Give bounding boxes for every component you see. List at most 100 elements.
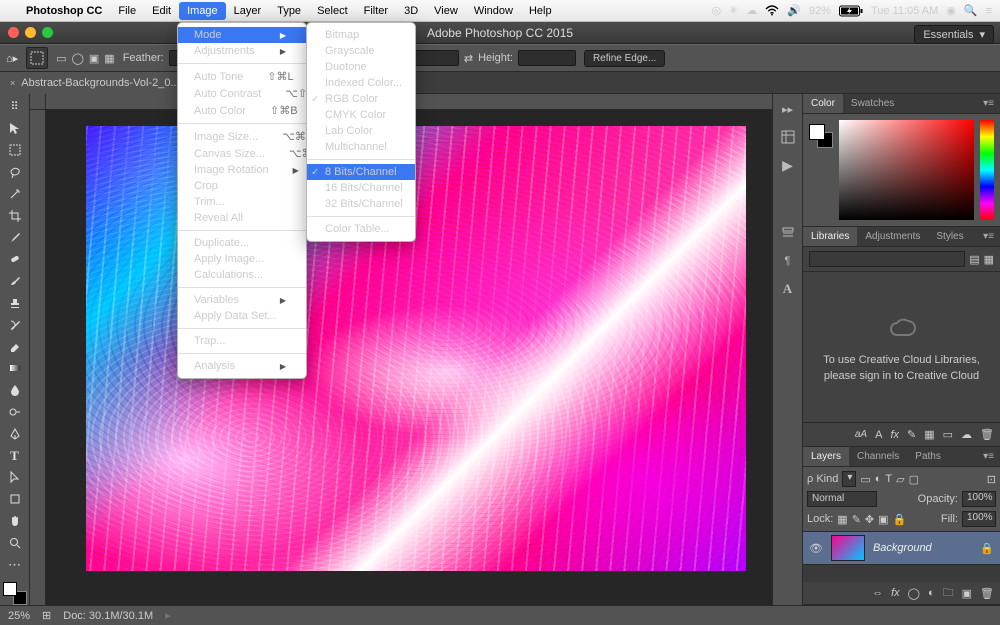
- menu-3d[interactable]: 3D: [396, 2, 426, 20]
- kind-filter[interactable]: ▾: [842, 471, 856, 487]
- menu-item-trim-[interactable]: Trim...: [178, 194, 306, 210]
- clock[interactable]: Tue 11:05 AM: [871, 5, 938, 17]
- menu-item-adjustments[interactable]: Adjustments▶: [178, 43, 306, 59]
- color-picker-field[interactable]: [839, 120, 974, 220]
- menu-item-calculations-[interactable]: Calculations...: [178, 267, 306, 283]
- menu-window[interactable]: Window: [466, 2, 521, 20]
- menu-type[interactable]: Type: [269, 2, 309, 20]
- brush-lib-icon[interactable]: ✎: [907, 428, 916, 441]
- lock-all-icon[interactable]: 🔒: [893, 513, 907, 526]
- stamp-tool[interactable]: [3, 292, 27, 313]
- menu-layer[interactable]: Layer: [226, 2, 270, 20]
- menu-item-auto-color[interactable]: Auto Color⇧⌘B: [178, 102, 306, 119]
- pen-tool[interactable]: [3, 423, 27, 444]
- close-tab-icon[interactable]: ×: [10, 78, 15, 88]
- zoom-window[interactable]: [42, 27, 53, 38]
- mode-item-16-bits-channel[interactable]: 16 Bits/Channel: [307, 180, 415, 196]
- menu-item-canvas-size-[interactable]: Canvas Size...⌥⌘C: [178, 145, 306, 162]
- tab-color[interactable]: Color: [803, 94, 843, 113]
- refine-edge-button[interactable]: Refine Edge...: [584, 50, 665, 67]
- lock-artboard-icon[interactable]: ▣: [878, 513, 888, 526]
- lock-trans-icon[interactable]: ▦: [837, 513, 847, 526]
- shape-tool[interactable]: [3, 489, 27, 510]
- marquee-tool[interactable]: [3, 140, 27, 161]
- mode-item-cmyk-color[interactable]: CMYK Color: [307, 107, 415, 123]
- edit-toolbar[interactable]: ⋯: [3, 554, 27, 575]
- mode-item-32-bits-channel[interactable]: 32 Bits/Channel: [307, 196, 415, 212]
- new-layer-icon[interactable]: ▣: [962, 587, 972, 600]
- app-name[interactable]: Photoshop CC: [18, 2, 110, 20]
- path-select-tool[interactable]: [3, 467, 27, 488]
- expose-icon[interactable]: ⊞: [42, 609, 51, 622]
- properties-icon[interactable]: [779, 224, 797, 242]
- library-select[interactable]: [809, 251, 965, 267]
- mode-item-rgb-color[interactable]: ✓RGB Color: [307, 91, 415, 107]
- wifi-icon[interactable]: [765, 5, 779, 16]
- tab-adjustments[interactable]: Adjustments: [857, 227, 928, 246]
- marquee-int-icon[interactable]: ▦: [104, 52, 114, 65]
- eyedropper-tool[interactable]: [3, 227, 27, 248]
- menu-item-mode[interactable]: Mode▶: [178, 27, 306, 43]
- tray-icon[interactable]: ◎: [711, 4, 721, 17]
- mode-item-grayscale[interactable]: Grayscale: [307, 43, 415, 59]
- lasso-tool[interactable]: [3, 161, 27, 182]
- menu-extra-icon[interactable]: ≡: [986, 5, 992, 17]
- menu-view[interactable]: View: [426, 2, 466, 20]
- eraser-tool[interactable]: [3, 336, 27, 357]
- menu-file[interactable]: File: [110, 2, 144, 20]
- visibility-icon[interactable]: 👁: [809, 542, 823, 555]
- marquee-sub-icon[interactable]: ▣: [89, 52, 99, 65]
- blend-mode-select[interactable]: Normal: [807, 491, 877, 507]
- menu-item-image-size-[interactable]: Image Size...⌥⌘I: [178, 128, 306, 145]
- menu-image[interactable]: Image: [179, 2, 226, 20]
- tab-styles[interactable]: Styles: [928, 227, 971, 246]
- grid-view-icon[interactable]: ▦: [984, 253, 994, 266]
- menu-item-apply-image-[interactable]: Apply Image...: [178, 251, 306, 267]
- cloud-lib-icon[interactable]: ☁: [961, 428, 972, 441]
- fx-icon[interactable]: fx: [891, 587, 900, 599]
- home-icon[interactable]: ⌂▸: [6, 52, 18, 65]
- filter-image-icon[interactable]: ▭: [860, 473, 870, 486]
- healing-tool[interactable]: [3, 249, 27, 270]
- doc-size[interactable]: Doc: 30.1M/30.1M: [63, 610, 153, 622]
- zoom-tool[interactable]: [3, 533, 27, 554]
- document-tab[interactable]: × Abstract-Backgrounds-Vol-2_0...: [0, 72, 191, 94]
- crop-tool[interactable]: [3, 205, 27, 226]
- lock-pos-icon[interactable]: ✥: [865, 513, 874, 526]
- zoom-level[interactable]: 25%: [8, 610, 30, 622]
- link-layers-icon[interactable]: ⇔: [872, 587, 883, 599]
- menu-filter[interactable]: Filter: [356, 2, 396, 20]
- type-tool[interactable]: T: [3, 445, 27, 466]
- marquee-round-icon[interactable]: ◯: [72, 52, 84, 65]
- history-brush-tool[interactable]: [3, 314, 27, 335]
- char-style-icon[interactable]: aA: [855, 429, 867, 440]
- cloud-icon[interactable]: ☁: [746, 4, 757, 17]
- speaker-icon[interactable]: 🔊: [787, 4, 801, 17]
- panel-menu-icon[interactable]: ▾≡: [975, 447, 1000, 466]
- tray-icon[interactable]: ✳: [729, 4, 738, 17]
- mode-item-8-bits-channel[interactable]: ✓8 Bits/Channel: [307, 164, 415, 180]
- tab-libraries[interactable]: Libraries: [803, 227, 857, 246]
- tab-layers[interactable]: Layers: [803, 447, 849, 466]
- fg-bg-swatch[interactable]: [809, 124, 833, 148]
- tab-paths[interactable]: Paths: [907, 447, 949, 466]
- battery-icon[interactable]: [839, 5, 863, 17]
- filter-type-icon[interactable]: T: [885, 473, 892, 485]
- menu-item-auto-contrast[interactable]: Auto Contrast⌥⇧⌘L: [178, 85, 306, 102]
- move-tool[interactable]: [3, 118, 27, 139]
- color-swatches[interactable]: [3, 582, 27, 605]
- mode-item-indexed-color-[interactable]: Indexed Color...: [307, 75, 415, 91]
- adjustment-icon[interactable]: ◐: [928, 587, 935, 599]
- hue-slider[interactable]: [980, 120, 994, 220]
- dodge-tool[interactable]: [3, 402, 27, 423]
- lock-icon[interactable]: 🔒: [980, 542, 994, 555]
- group-icon[interactable]: 🗀: [943, 584, 954, 603]
- color-lib-icon[interactable]: ▦: [924, 428, 934, 441]
- panel-menu-icon[interactable]: ▾≡: [975, 227, 1000, 246]
- list-view-icon[interactable]: ▤: [969, 253, 979, 266]
- filter-shape-icon[interactable]: ▱: [896, 473, 904, 486]
- filter-toggle[interactable]: ⊡: [987, 473, 996, 486]
- grip-icon[interactable]: ⠿: [3, 96, 27, 117]
- delete-layer-icon[interactable]: 🗑: [980, 587, 994, 600]
- opacity-field[interactable]: 100%: [962, 491, 996, 507]
